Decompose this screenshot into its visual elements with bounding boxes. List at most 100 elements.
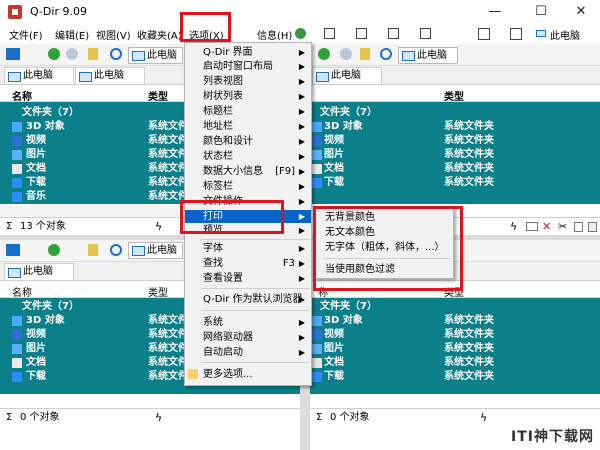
folder-up-icon[interactable]	[88, 244, 98, 256]
tab-pc-right[interactable]: 此电脑	[312, 67, 382, 84]
list-item[interactable]: 图片 系统文件夹	[310, 148, 600, 162]
menu-item-status-bar[interactable]: 状态栏 ▶	[185, 150, 311, 163]
refresh-icon[interactable]	[110, 48, 122, 60]
video-icon	[312, 136, 322, 146]
menu-item-default-browser[interactable]: Q-Dir 作为默认浏览器 ▶	[185, 293, 311, 306]
list-item[interactable]: 文档 系统文件夹	[310, 356, 600, 370]
window-title: Q-Dir 9.09	[30, 5, 87, 18]
title-bar: Q-Dir 9.09 — ☐ ✕	[0, 0, 600, 24]
view-icon[interactable]	[6, 48, 20, 60]
menu-item-autostart[interactable]: 自动启动 ▶	[185, 346, 311, 359]
tab-pc-2[interactable]: 此电脑	[75, 67, 145, 84]
address-bar-top-left[interactable]: 此电脑	[128, 47, 183, 64]
downloads-icon	[12, 178, 22, 188]
address-bar-top-right[interactable]: 此电脑	[398, 47, 458, 64]
pictures-icon	[12, 150, 22, 160]
list-item[interactable]: 下载 系统文件夹	[310, 176, 600, 190]
watermark-logo: ITI神下载网	[511, 429, 594, 445]
globe-icon[interactable]	[295, 28, 306, 39]
list-item[interactable]: 图片 系统文件夹	[310, 342, 600, 356]
menu-item-data-size[interactable]: 数据大小信息 [F9] ▶	[185, 165, 311, 178]
menu-item-tab-bar[interactable]: 标签栏 ▶	[185, 180, 311, 193]
back-icon[interactable]	[318, 48, 330, 60]
menu-view[interactable]: 视图(V)	[96, 27, 131, 42]
delete-icon[interactable]: ✕	[542, 218, 551, 236]
list-item[interactable]: 3D 对象 系统文件夹	[310, 314, 600, 328]
cut-icon[interactable]: ✂	[558, 218, 567, 236]
menubar-address: 此电脑	[550, 31, 580, 42]
menu-item-ui[interactable]: Q-Dir 界面 ▶	[185, 46, 311, 59]
column-type[interactable]: 类型	[444, 88, 464, 103]
layout-two-icon[interactable]	[356, 28, 367, 39]
tab-pc-bottom-left[interactable]: 此电脑	[4, 263, 74, 280]
sigma-icon: Σ	[316, 412, 323, 423]
list-item[interactable]: 视频 系统文件夹	[310, 328, 600, 342]
menu-info[interactable]: 信息(H)	[257, 27, 292, 42]
menu-item-network-drives[interactable]: 网络驱动器 ▶	[185, 331, 311, 344]
back-icon[interactable]	[48, 48, 60, 60]
menu-file[interactable]: 文件(F)	[9, 27, 43, 42]
menu-item-list-view[interactable]: 列表视图 ▶	[185, 75, 311, 88]
layout-four-icon[interactable]	[420, 28, 431, 39]
menu-favorites[interactable]: 收藏夹(A)	[137, 27, 182, 42]
column-type[interactable]: 类型	[148, 88, 168, 103]
lightning-icon[interactable]: ϟ	[510, 218, 517, 236]
documents-icon	[312, 164, 322, 174]
menu-edit[interactable]: 编辑(E)	[55, 27, 89, 42]
close-button[interactable]: ✕	[566, 2, 596, 22]
menu-item-address-bar[interactable]: 地址栏 ▶	[185, 120, 311, 133]
folder-up-icon[interactable]	[360, 48, 370, 60]
menu-item-more-options[interactable]: 更多选项...	[185, 368, 311, 381]
list-item[interactable]: 3D 对象 系统文件夹	[310, 120, 600, 134]
refresh-icon[interactable]	[380, 48, 392, 60]
copy-icon[interactable]	[574, 222, 583, 232]
column-type[interactable]: 类型	[148, 284, 168, 299]
back-icon[interactable]	[48, 244, 60, 256]
menu-item-font[interactable]: 字体 ▶	[185, 242, 311, 255]
menu-item-title-bar[interactable]: 标题栏 ▶	[185, 105, 311, 118]
minimize-button[interactable]: —	[480, 2, 510, 22]
documents-icon	[12, 358, 22, 368]
refresh-icon[interactable]	[110, 244, 122, 256]
file-list-bottom-right[interactable]: 文件夹（7） 3D 对象 系统文件夹 视频 系统文件夹 图片 系统文件夹 文档 系统文件…	[310, 298, 600, 394]
paste-icon[interactable]	[588, 222, 597, 232]
layout-grid-icon[interactable]	[324, 28, 335, 39]
folder-icon	[188, 369, 198, 379]
list-item[interactable]: 下载 系统文件夹	[310, 370, 600, 384]
downloads-icon	[312, 372, 322, 382]
documents-icon	[312, 358, 322, 368]
list-item[interactable]: 文档 系统文件夹	[310, 162, 600, 176]
menu-item-find[interactable]: 查找 F3 ▶	[185, 257, 311, 270]
panel-icon[interactable]	[510, 28, 522, 40]
object-count: 0 个对象	[330, 412, 370, 423]
menu-item-view-settings[interactable]: 查看设置 ▶	[185, 272, 311, 285]
column-name[interactable]: 名称	[12, 284, 32, 299]
maximize-button[interactable]: ☐	[526, 2, 556, 22]
menu-item-startup-layout[interactable]: 启动时窗口布局 ▶	[185, 60, 311, 73]
menu-separator	[201, 310, 309, 311]
list-item[interactable]: 视频 系统文件夹	[310, 134, 600, 148]
menu-item-system[interactable]: 系统 ▶	[185, 316, 311, 329]
column-name[interactable]: 名称	[12, 88, 32, 103]
lightning-icon[interactable]: ϟ	[155, 218, 162, 236]
menu-item-tree-list[interactable]: 树状列表 ▶	[185, 90, 311, 103]
lightning-icon[interactable]: ϟ	[480, 409, 487, 427]
mail-icon[interactable]	[526, 222, 538, 231]
folder-up-icon[interactable]	[88, 48, 98, 60]
lightning-icon[interactable]: ϟ	[155, 409, 162, 427]
forward-icon[interactable]	[340, 48, 352, 60]
music-icon	[12, 192, 22, 202]
menu-separator	[201, 362, 309, 363]
tab-pc-1[interactable]: 此电脑	[4, 67, 74, 84]
video-icon	[12, 330, 22, 340]
file-list-top-right[interactable]: 文件夹（7） 3D 对象 系统文件夹 视频 系统文件夹 图片 系统文件夹 文档 系统文件…	[310, 102, 600, 204]
menu-item-colors-design[interactable]: 颜色和设计 ▶	[185, 135, 311, 148]
address-bar-bottom-left[interactable]: 此电脑	[128, 242, 183, 259]
forward-icon[interactable]	[66, 48, 78, 60]
layout-three-icon[interactable]	[388, 28, 399, 39]
documents-icon	[12, 164, 22, 174]
window-icon[interactable]	[478, 28, 490, 40]
view-icon[interactable]	[6, 244, 20, 256]
status-bar-bottom-left: Σ 0 个对象 ϟ	[0, 408, 300, 426]
pc-icon	[536, 30, 546, 37]
